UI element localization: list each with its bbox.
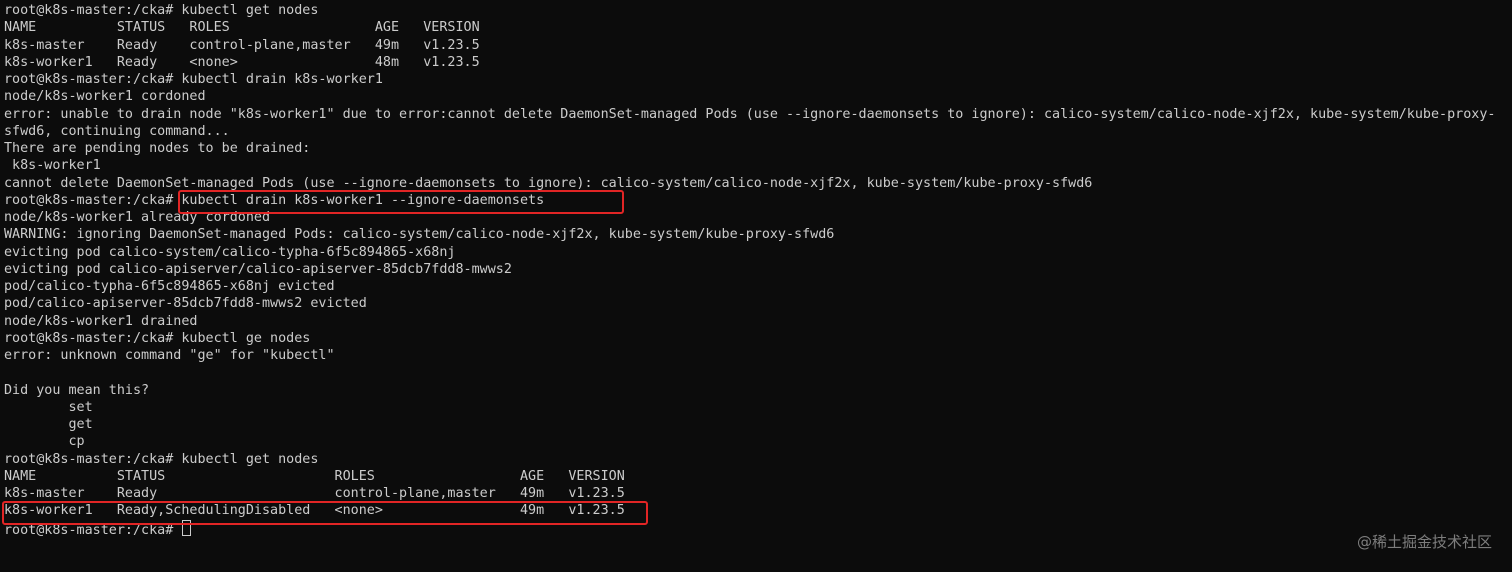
terminal-line: pod/calico-typha-6f5c894865-x68nj evicte… <box>4 279 335 294</box>
table-row: k8s-worker1 Ready <none> 48m v1.23.5 <box>4 54 480 70</box>
suggestion-line: set <box>4 399 93 415</box>
watermark: @稀土掘金技术社区 <box>1356 533 1492 551</box>
highlight-box-worker-row <box>2 501 648 525</box>
table-header: NAME STATUS ROLES AGE VERSION <box>4 468 625 484</box>
error-line: error: unable to drain node "k8s-worker1… <box>4 106 1496 122</box>
error-line: error: unknown command "ge" for "kubectl… <box>4 348 335 363</box>
terminal-line: root@k8s-master:/cka# kubectl get nodes <box>4 3 319 18</box>
terminal-line: evicting pod calico-apiserver/calico-api… <box>4 261 512 277</box>
terminal-line: Did you mean this? <box>4 382 150 398</box>
terminal-line: root@k8s-master:/cka# kubectl drain k8s-… <box>4 72 383 87</box>
table-row: k8s-master Ready control-plane,master 49… <box>4 486 625 501</box>
table-header: NAME STATUS ROLES AGE VERSION <box>4 20 480 36</box>
terminal-line: pod/calico-apiserver-85dcb7fdd8-mwws2 ev… <box>4 296 367 312</box>
warning-line: WARNING: ignoring DaemonSet-managed Pods… <box>4 227 835 243</box>
highlight-box-drain-command <box>178 190 624 214</box>
terminal-line: evicting pod calico-system/calico-typha-… <box>4 244 456 260</box>
terminal-line: node/k8s-worker1 drained <box>4 313 198 329</box>
error-line: sfwd6, continuing command... <box>4 123 230 139</box>
terminal-line: k8s-worker1 <box>4 158 101 174</box>
suggestion-line: cp <box>4 434 85 450</box>
terminal-line: root@k8s-master:/cka# kubectl ge nodes <box>4 330 311 346</box>
terminal-line: node/k8s-worker1 cordoned <box>4 89 206 105</box>
terminal-output[interactable]: root@k8s-master:/cka# kubectl get nodes … <box>4 2 1508 538</box>
table-row: k8s-master Ready control-plane,master 49… <box>4 37 480 53</box>
terminal-line: There are pending nodes to be drained: <box>4 141 311 156</box>
suggestion-line: get <box>4 417 93 432</box>
terminal-line: root@k8s-master:/cka# kubectl get nodes <box>4 451 319 467</box>
